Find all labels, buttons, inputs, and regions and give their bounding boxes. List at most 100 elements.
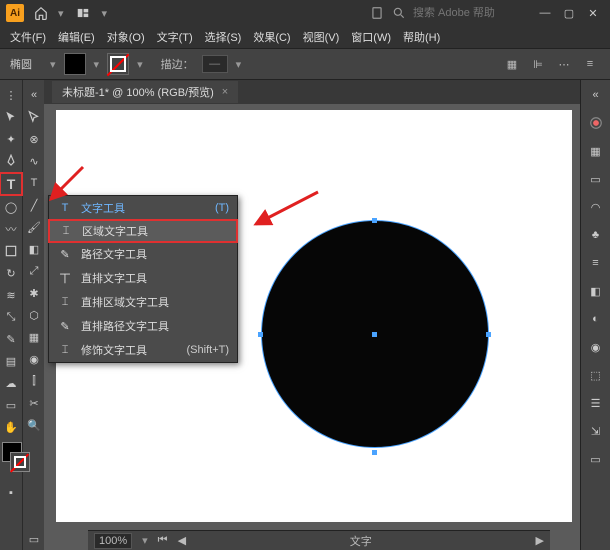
selection-center[interactable] bbox=[372, 332, 377, 337]
touch-type-tool[interactable]: T bbox=[23, 172, 45, 194]
lasso-tool[interactable]: ⊗ bbox=[23, 128, 45, 150]
nav-next-icon[interactable]: ▶ bbox=[536, 534, 544, 547]
mesh-tool[interactable]: ▦ bbox=[23, 326, 45, 348]
flyout-area-type-tool[interactable]: ⌶ 区域文字工具 bbox=[48, 219, 238, 243]
home-icon[interactable] bbox=[32, 4, 50, 22]
panel-menu-icon[interactable]: ≡ bbox=[580, 54, 600, 74]
selection-handle[interactable] bbox=[258, 332, 263, 337]
chevron-left-icon[interactable]: « bbox=[585, 84, 607, 106]
brush-tool[interactable]: 〰 bbox=[0, 218, 22, 240]
properties-panel-icon[interactable]: ▭ bbox=[585, 168, 607, 190]
options-icon[interactable]: ⋯ bbox=[554, 54, 574, 74]
flyout-vertical-path-type-tool[interactable]: ✎ 直排路径文字工具 bbox=[49, 314, 237, 338]
toolbar-col2: « ⊗ ∿ T ╱ 🖌 ◧ ⤢ ✱ ⬡ ▦ ◉ ⫿ ✂ 🔍 ▭ bbox=[22, 80, 44, 550]
stroke-swatch[interactable] bbox=[107, 53, 129, 75]
type-tool[interactable]: T bbox=[0, 172, 23, 196]
slice-tool[interactable]: ✂ bbox=[23, 392, 45, 414]
screen-mode[interactable]: ▭ bbox=[23, 528, 45, 550]
menu-effect[interactable]: 效果(C) bbox=[249, 27, 294, 47]
chevron-down-icon[interactable]: ▾ bbox=[94, 58, 100, 71]
fill-stroke-control[interactable] bbox=[0, 442, 22, 482]
menu-type[interactable]: 文字(T) bbox=[153, 27, 197, 47]
pen-tool[interactable] bbox=[0, 150, 22, 172]
curvature-tool[interactable]: ∿ bbox=[23, 150, 45, 172]
close-button[interactable]: ✕ bbox=[582, 4, 604, 22]
color-panel-icon[interactable] bbox=[585, 112, 607, 134]
chevron-left-icon[interactable]: « bbox=[23, 84, 45, 106]
gradient-panel-icon[interactable]: ◧ bbox=[585, 280, 607, 302]
artboard-tool[interactable]: ▭ bbox=[0, 394, 22, 416]
chevron-down-icon[interactable]: ▾ bbox=[137, 58, 143, 71]
menu-file[interactable]: 文件(F) bbox=[6, 27, 50, 47]
menu-object[interactable]: 对象(O) bbox=[103, 27, 149, 47]
blend-tool[interactable]: ◉ bbox=[23, 348, 45, 370]
chevron-down-icon[interactable]: ▾ bbox=[236, 58, 242, 71]
brushes-panel-icon[interactable]: ◠ bbox=[585, 196, 607, 218]
stroke-width[interactable]: — bbox=[202, 55, 228, 73]
eraser-tool[interactable]: ◧ bbox=[23, 238, 45, 260]
free-transform-tool[interactable]: ⤡ bbox=[0, 306, 22, 328]
document-icon[interactable] bbox=[369, 5, 385, 21]
scale-tool[interactable]: ⤢ bbox=[23, 260, 45, 282]
hand-tool[interactable]: ✋ bbox=[0, 416, 22, 438]
chevron-down-icon[interactable]: ▾ bbox=[142, 534, 148, 547]
menu-help[interactable]: 帮助(H) bbox=[399, 27, 444, 47]
selection-handle[interactable] bbox=[486, 332, 491, 337]
line-tool[interactable]: ╱ bbox=[23, 194, 45, 216]
transparency-panel-icon[interactable]: ◐ bbox=[585, 308, 607, 330]
minimize-button[interactable]: — bbox=[534, 4, 556, 22]
artboards-panel-icon[interactable]: ▭ bbox=[585, 448, 607, 470]
fill-swatch[interactable] bbox=[64, 53, 86, 75]
flyout-vertical-area-type-tool[interactable]: ⌶ 直排区域文字工具 bbox=[49, 290, 237, 314]
menu-select[interactable]: 选择(S) bbox=[201, 27, 246, 47]
menu-view[interactable]: 视图(V) bbox=[299, 27, 344, 47]
flyout-touch-type-tool[interactable]: ⌶ 修饰文字工具 (Shift+T) bbox=[49, 338, 237, 362]
gradient-tool[interactable]: ▤ bbox=[0, 350, 22, 372]
layout-button[interactable] bbox=[72, 4, 94, 22]
zoom-level[interactable]: 100% bbox=[94, 533, 132, 549]
nav-first-icon[interactable]: ⏮ bbox=[158, 534, 168, 547]
selection-tool[interactable] bbox=[0, 106, 22, 128]
color-mode[interactable]: ▪ bbox=[0, 482, 22, 504]
shape-builder-tool[interactable]: ⬡ bbox=[23, 304, 45, 326]
document-tabs: 未标题-1* @ 100% (RGB/预览) × bbox=[44, 80, 580, 104]
asset-export-panel-icon[interactable]: ⇲ bbox=[585, 420, 607, 442]
flyout-vertical-type-tool[interactable]: 丅 直排文字工具 bbox=[49, 266, 237, 290]
chevron-down-icon[interactable]: ▾ bbox=[50, 58, 56, 71]
layers-panel-icon[interactable]: ☰ bbox=[585, 392, 607, 414]
appearance-panel-icon[interactable]: ◉ bbox=[585, 336, 607, 358]
symbol-tool[interactable]: ☁ bbox=[0, 372, 22, 394]
dots-icon[interactable]: ⋮ bbox=[0, 84, 22, 106]
graph-tool[interactable]: ⫿ bbox=[23, 370, 45, 392]
width-tool[interactable]: ≋ bbox=[0, 284, 22, 306]
search-input[interactable] bbox=[413, 7, 518, 19]
rotate-tool[interactable]: ↻ bbox=[0, 262, 22, 284]
zoom-tool[interactable]: 🔍 bbox=[23, 414, 45, 436]
tab-close-icon[interactable]: × bbox=[222, 86, 228, 98]
magic-wand-tool[interactable]: ✦ bbox=[0, 128, 22, 150]
selection-handle[interactable] bbox=[372, 218, 377, 223]
puppet-tool[interactable]: ✱ bbox=[23, 282, 45, 304]
align-icon[interactable]: ⊫ bbox=[528, 54, 548, 74]
search-icon[interactable] bbox=[391, 5, 407, 21]
chevron-down-icon[interactable]: ▾ bbox=[102, 7, 108, 20]
grid-icon[interactable]: ▦ bbox=[502, 54, 522, 74]
paintbrush-tool[interactable]: 🖌 bbox=[23, 216, 45, 238]
stroke-color[interactable] bbox=[10, 452, 30, 472]
maximize-button[interactable]: ▢ bbox=[558, 4, 580, 22]
stroke-panel-icon[interactable]: ≡ bbox=[585, 252, 607, 274]
nav-prev-icon[interactable]: ◀ bbox=[178, 534, 186, 547]
shaper-tool[interactable] bbox=[0, 240, 22, 262]
selection-handle[interactable] bbox=[372, 450, 377, 455]
eyedropper-tool[interactable]: ✎ bbox=[0, 328, 22, 350]
swatches-panel-icon[interactable]: ▦ bbox=[585, 140, 607, 162]
document-tab[interactable]: 未标题-1* @ 100% (RGB/预览) × bbox=[52, 81, 238, 103]
ellipse-tool[interactable]: ◯ bbox=[0, 196, 22, 218]
chevron-down-icon[interactable]: ▾ bbox=[58, 7, 64, 20]
menu-window[interactable]: 窗口(W) bbox=[347, 27, 395, 47]
graphic-styles-panel-icon[interactable]: ⬚ bbox=[585, 364, 607, 386]
menu-edit[interactable]: 编辑(E) bbox=[54, 27, 99, 47]
direct-selection-tool[interactable] bbox=[23, 106, 45, 128]
symbols-panel-icon[interactable]: ♣ bbox=[585, 224, 607, 246]
flyout-path-type-tool[interactable]: ✎ 路径文字工具 bbox=[49, 242, 237, 266]
